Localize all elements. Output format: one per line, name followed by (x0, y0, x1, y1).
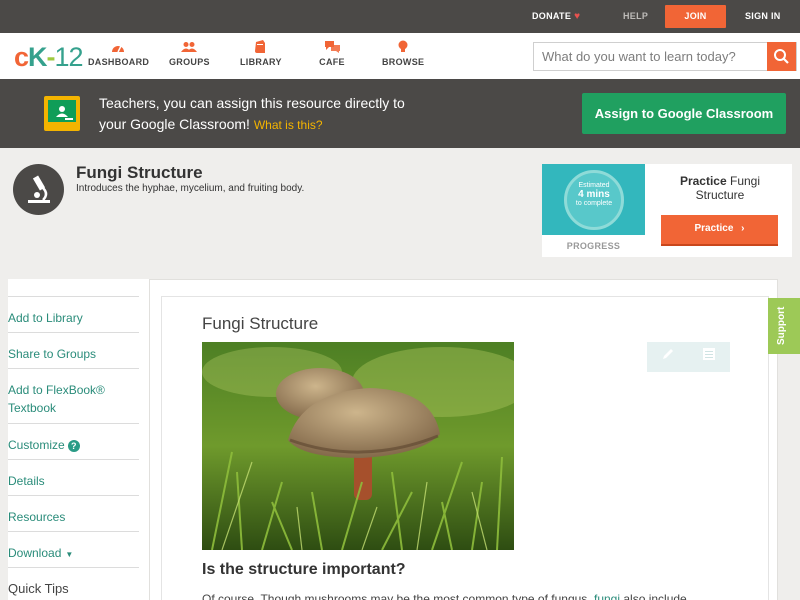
practice-title: Practice Fungi Structure (663, 174, 777, 202)
practice-thumbnail[interactable]: Estimated 4 mins to complete (542, 164, 645, 235)
nav-library-label: LIBRARY (240, 57, 282, 67)
logo-12: 12 (54, 42, 84, 72)
signin-link[interactable]: SIGN IN (745, 0, 781, 33)
banner-line-1: Teachers, you can assign this resource d… (99, 95, 405, 111)
estimated-label: Estimated (578, 182, 610, 189)
sidebar-item-share-to-groups[interactable]: Share to Groups (8, 332, 139, 363)
google-classroom-icon (44, 96, 80, 131)
cafe-chat-icon (318, 40, 346, 57)
banner-line-2: your Google Classroom! (99, 116, 250, 132)
support-tab[interactable]: Support (768, 298, 800, 354)
nav-groups[interactable]: GROUPS (169, 40, 210, 67)
customize-label: Customize (8, 438, 65, 452)
practice-title-bold: Practice (679, 174, 727, 188)
logo-k: K (28, 42, 47, 72)
join-button[interactable]: JOIN (665, 5, 726, 28)
concept-description: Introduces the hyphae, mycelium, and fru… (76, 183, 305, 194)
pencil-icon[interactable] (647, 342, 688, 372)
microscope-icon (13, 164, 64, 215)
nav-library[interactable]: LIBRARY (240, 40, 282, 67)
donate-label: DONATE (532, 11, 572, 21)
paragraph-text-end: also include (623, 592, 687, 600)
download-label: Download (8, 546, 62, 560)
what-is-this-link[interactable]: What is this? (254, 118, 323, 132)
logo-c: c (14, 42, 29, 72)
chevron-right-icon: › (741, 223, 745, 234)
article-title: Fungi Structure (202, 314, 319, 333)
main-nav: cK-12 DASHBOARD GROUPS LIBRARY CAFE BROW… (0, 33, 800, 79)
classroom-banner-text: Teachers, you can assign this resource d… (99, 93, 439, 136)
sidebar-item-download[interactable]: Download ▼ (8, 531, 139, 564)
practice-button-label: Practice (694, 223, 734, 234)
caret-down-icon: ▼ (65, 550, 74, 559)
to-complete-label: to complete (575, 200, 613, 207)
help-link[interactable]: HELP (623, 0, 648, 33)
sidebar-item-add-to-library[interactable]: Add to Library (8, 296, 139, 327)
section-heading: Is the structure important? (202, 561, 406, 578)
concept-title: Fungi Structure (76, 163, 203, 182)
assign-to-classroom-button[interactable]: Assign to Google Classroom (582, 93, 786, 134)
sidebar-item-resources[interactable]: Resources (8, 495, 139, 526)
notes-icon[interactable] (688, 342, 729, 372)
nav-dashboard[interactable]: DASHBOARD (88, 40, 150, 67)
help-question-icon[interactable]: ? (67, 440, 80, 452)
search-input[interactable] (534, 43, 768, 70)
dashboard-gauge-icon (88, 40, 147, 57)
logo-dash: - (46, 42, 56, 72)
fungi-link[interactable]: fungi (594, 592, 620, 600)
nav-cafe[interactable]: CAFE (318, 40, 346, 67)
practice-button[interactable]: Practice › (661, 215, 778, 244)
nav-browse[interactable]: BROWSE (382, 40, 425, 67)
donate-link[interactable]: DONATE ♥ (532, 0, 580, 33)
browse-bulb-icon (382, 40, 423, 57)
heart-icon: ♥ (574, 11, 581, 22)
nav-groups-label: GROUPS (169, 57, 210, 67)
progress-label: PROGRESS (566, 241, 621, 251)
sidebar-item-add-to-flexbook[interactable]: Add to FlexBook® Textbook (8, 368, 139, 417)
search-box (533, 42, 797, 71)
sidebar-item-quick-tips[interactable]: Quick Tips (8, 567, 139, 598)
ck12-logo[interactable]: cK-12 (14, 42, 84, 73)
search-icon (774, 49, 789, 64)
nav-cafe-label: CAFE (319, 57, 345, 67)
library-book-icon (240, 40, 280, 57)
support-label: Support (776, 306, 787, 345)
annotation-tools (647, 342, 730, 372)
sidebar-item-details[interactable]: Details (8, 459, 139, 490)
nav-browse-label: BROWSE (382, 57, 425, 67)
time-estimate: Estimated 4 mins to complete (564, 181, 624, 208)
nav-dashboard-label: DASHBOARD (88, 57, 150, 67)
sidebar-item-customize[interactable]: Customize? (8, 423, 139, 454)
mushroom-photo (202, 342, 514, 550)
groups-people-icon (169, 40, 209, 57)
article-paragraph: Of course. Though mushrooms may be the m… (202, 592, 722, 600)
estimated-mins: 4 mins (578, 189, 610, 200)
search-button[interactable] (767, 42, 796, 71)
top-utility-bar: DONATE ♥ HELP JOIN SIGN IN (0, 0, 800, 33)
paragraph-text-start: Of course. Though mushrooms may be the m… (202, 592, 591, 600)
